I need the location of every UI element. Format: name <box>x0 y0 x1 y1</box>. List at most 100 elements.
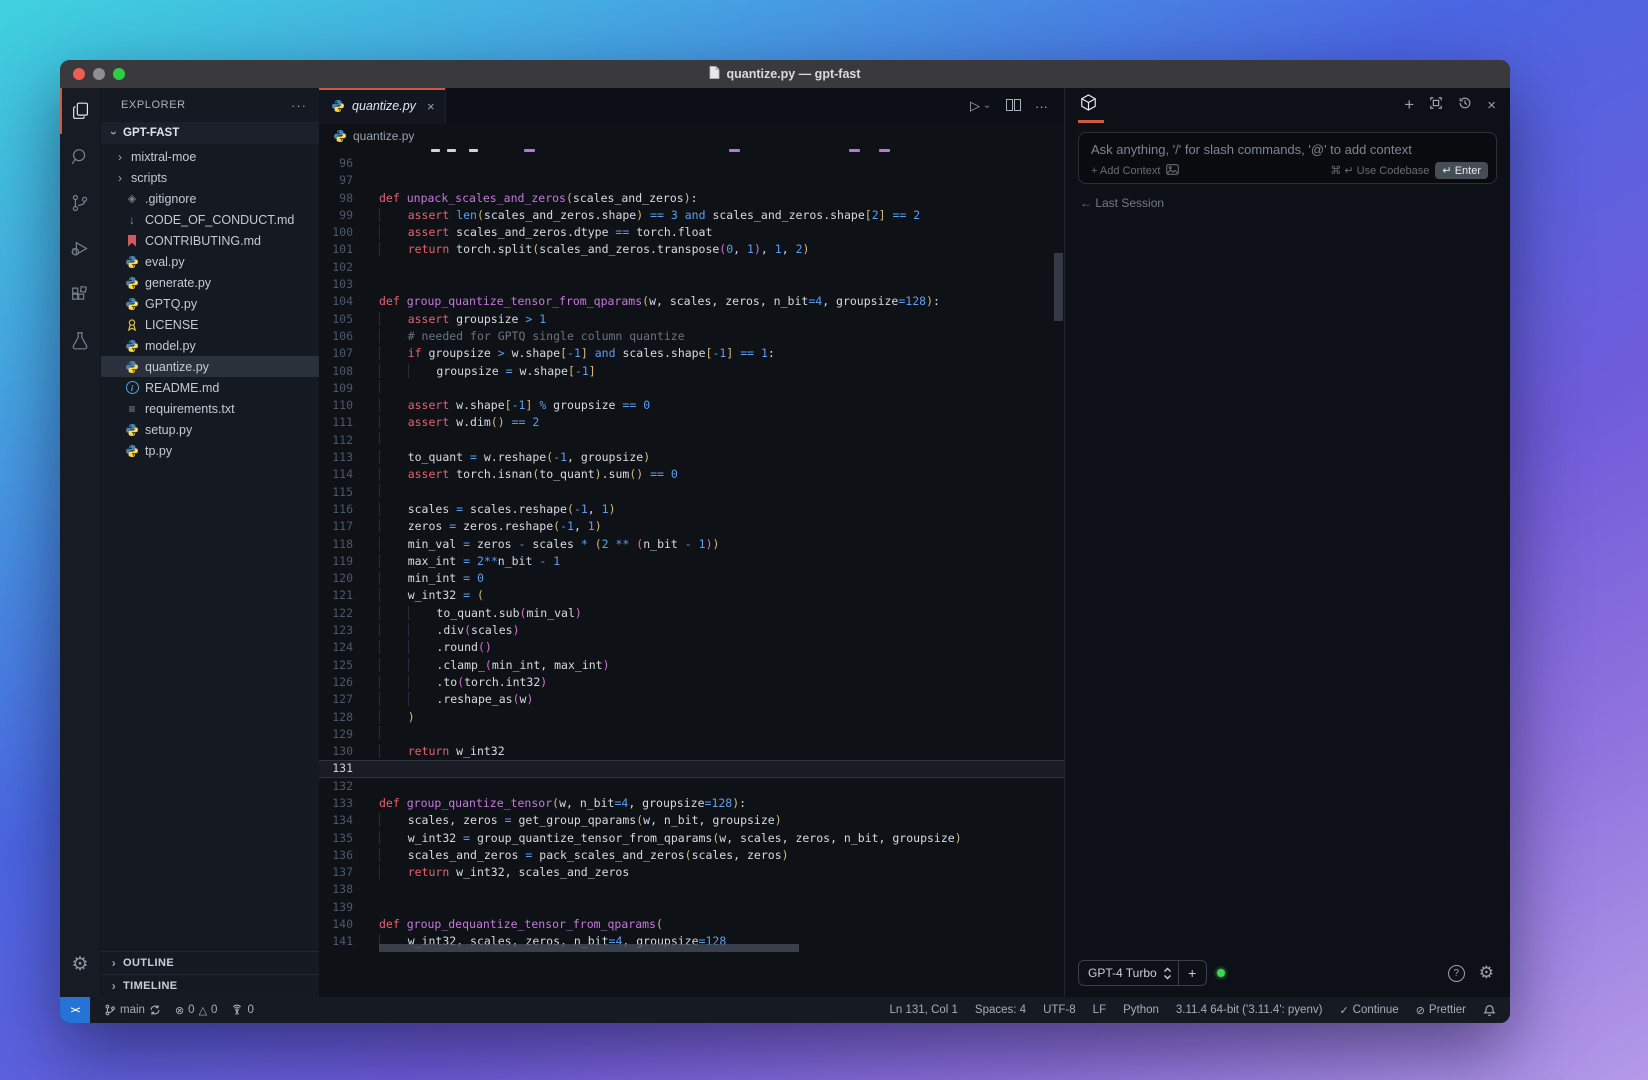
code-line-125[interactable]: 125 .clamp_(min_int, max_int) <box>319 657 1064 674</box>
help-icon[interactable]: ? <box>1448 965 1465 982</box>
source-control-icon[interactable] <box>60 180 100 226</box>
zoom-window-button[interactable] <box>113 68 125 80</box>
code-line-140[interactable]: 140def group_dequantize_tensor_from_qpar… <box>319 916 1064 933</box>
code-line-115[interactable]: 115 <box>319 484 1064 501</box>
file-row--gitignore[interactable]: ◈.gitignore <box>101 188 319 209</box>
code-line-102[interactable]: 102 <box>319 259 1064 276</box>
add-model-button[interactable]: + <box>1179 965 1206 981</box>
code-line-131[interactable]: 131 <box>319 760 1064 777</box>
history-icon[interactable] <box>1458 96 1472 115</box>
code-line-124[interactable]: 124 .round() <box>319 639 1064 656</box>
file-row-code-of-conduct-md[interactable]: ↓CODE_OF_CONDUCT.md <box>101 209 319 230</box>
file-row-setup-py[interactable]: setup.py <box>101 419 319 440</box>
run-debug-icon[interactable] <box>60 226 100 272</box>
code-line-106[interactable]: 106 # needed for GPTQ single column quan… <box>319 328 1064 345</box>
code-line-112[interactable]: 112 <box>319 432 1064 449</box>
code-line-122[interactable]: 122 to_quant.sub(min_val) <box>319 605 1064 622</box>
chat-input-box[interactable]: + Add Context ⌘ ↵ Use Codebase ↵ Enter <box>1078 132 1497 184</box>
code-line-133[interactable]: 133def group_quantize_tensor(w, n_bit=4,… <box>319 795 1064 812</box>
explorer-icon[interactable] <box>60 88 100 134</box>
code-line-130[interactable]: 130 return w_int32 <box>319 743 1064 760</box>
problems-status[interactable]: ⊗ 0 △ 0 <box>175 1004 218 1017</box>
file-row-generate-py[interactable]: generate.py <box>101 272 319 293</box>
use-codebase-hint[interactable]: ⌘ ↵ Use Codebase <box>1330 164 1429 177</box>
code-line-101[interactable]: 101 return torch.split(scales_and_zeros.… <box>319 241 1064 258</box>
code-line-110[interactable]: 110 assert w.shape[-1] % groupsize == 0 <box>319 397 1064 414</box>
image-attach-icon[interactable] <box>1166 164 1179 178</box>
code-line-132[interactable]: 132 <box>319 778 1064 795</box>
code-line-118[interactable]: 118 min_val = zeros - scales * (2 ** (n_… <box>319 536 1064 553</box>
code-line-116[interactable]: 116 scales = scales.reshape(-1, 1) <box>319 501 1064 518</box>
minimize-window-button[interactable] <box>93 68 105 80</box>
file-row-tp-py[interactable]: tp.py <box>101 440 319 461</box>
code-line-98[interactable]: 98def unpack_scales_and_zeros(scales_and… <box>319 190 1064 207</box>
panel-settings-gear-icon[interactable]: ⚙ <box>1479 963 1494 983</box>
code-line-97[interactable]: 97 <box>319 172 1064 189</box>
code-line-134[interactable]: 134 scales, zeros = get_group_qparams(w,… <box>319 812 1064 829</box>
code-line-107[interactable]: 107 if groupsize > w.shape[-1] and scale… <box>319 345 1064 362</box>
code-line-127[interactable]: 127 .reshape_as(w) <box>319 691 1064 708</box>
language-status[interactable]: Python <box>1123 1004 1159 1016</box>
close-tab-icon[interactable]: × <box>427 99 435 114</box>
prettier-status[interactable]: ⊘Prettier <box>1416 1004 1466 1017</box>
enter-button[interactable]: ↵ Enter <box>1435 162 1488 179</box>
expand-chat-icon[interactable] <box>1429 96 1443 115</box>
code-line-138[interactable]: 138 <box>319 881 1064 898</box>
file-row-contributing-md[interactable]: CONTRIBUTING.md <box>101 230 319 251</box>
code-line-123[interactable]: 123 .div(scales) <box>319 622 1064 639</box>
last-session-link[interactable]: ← Last Session <box>1080 196 1510 210</box>
cursor-position-status[interactable]: Ln 131, Col 1 <box>890 1004 958 1016</box>
ports-status[interactable]: 0 <box>231 1004 253 1016</box>
timeline-section[interactable]: › TIMELINE <box>101 974 319 997</box>
indentation-status[interactable]: Spaces: 4 <box>975 1004 1026 1016</box>
code-line-109[interactable]: 109 <box>319 380 1064 397</box>
file-row-license[interactable]: LICENSE <box>101 314 319 335</box>
code-line-114[interactable]: 114 assert torch.isnan(to_quant).sum() =… <box>319 466 1064 483</box>
search-icon[interactable] <box>60 134 100 180</box>
file-row-eval-py[interactable]: eval.py <box>101 251 319 272</box>
code-line-129[interactable]: 129 <box>319 726 1064 743</box>
code-line-103[interactable]: 103 <box>319 276 1064 293</box>
continue-status[interactable]: ✓Continue <box>1339 1004 1398 1017</box>
code-line-120[interactable]: 120 min_int = 0 <box>319 570 1064 587</box>
extensions-icon[interactable] <box>60 272 100 318</box>
code-line-135[interactable]: 135 w_int32 = group_quantize_tensor_from… <box>319 830 1064 847</box>
code-line-113[interactable]: 113 to_quant = w.reshape(-1, groupsize) <box>319 449 1064 466</box>
add-context-button[interactable]: + Add Context <box>1091 165 1160 177</box>
code-line-139[interactable]: 139 <box>319 899 1064 916</box>
code-line-119[interactable]: 119 max_int = 2**n_bit - 1 <box>319 553 1064 570</box>
remote-indicator[interactable]: >< <box>60 997 90 1023</box>
tab-quantize-py[interactable]: quantize.py × <box>319 88 446 124</box>
testing-icon[interactable] <box>60 318 100 364</box>
code-line-111[interactable]: 111 assert w.dim() == 2 <box>319 414 1064 431</box>
file-row-readme-md[interactable]: iREADME.md <box>101 377 319 398</box>
breadcrumb[interactable]: quantize.py <box>319 124 1064 148</box>
eol-status[interactable]: LF <box>1093 1004 1106 1016</box>
model-selector[interactable]: GPT-4 Turbo + <box>1078 960 1207 986</box>
file-row-model-py[interactable]: model.py <box>101 335 319 356</box>
explorer-more-actions[interactable]: ··· <box>291 98 307 113</box>
close-panel-button[interactable]: × <box>1487 97 1496 114</box>
more-actions-icon[interactable]: ··· <box>1035 99 1048 114</box>
run-dropdown-icon[interactable]: › <box>982 101 993 111</box>
vertical-scrollbar[interactable] <box>1054 253 1063 321</box>
file-row-mixtral-moe[interactable]: ›mixtral-moe <box>101 146 319 167</box>
code-line-105[interactable]: 105 assert groupsize > 1 <box>319 311 1064 328</box>
close-window-button[interactable] <box>73 68 85 80</box>
code-line-100[interactable]: 100 assert scales_and_zeros.dtype == tor… <box>319 224 1064 241</box>
new-chat-button[interactable]: + <box>1404 95 1414 115</box>
settings-gear-icon[interactable]: ⚙ <box>60 941 100 987</box>
code-line-136[interactable]: 136 scales_and_zeros = pack_scales_and_z… <box>319 847 1064 864</box>
file-row-quantize-py[interactable]: quantize.py <box>101 356 319 377</box>
code-line-121[interactable]: 121 w_int32 = ( <box>319 587 1064 604</box>
encoding-status[interactable]: UTF-8 <box>1043 1004 1076 1016</box>
run-button[interactable]: ▷› <box>970 98 992 114</box>
cursor-logo-icon[interactable] <box>1079 93 1098 117</box>
outline-section[interactable]: › OUTLINE <box>101 951 319 974</box>
notifications-status[interactable] <box>1483 1004 1496 1017</box>
code-line-128[interactable]: 128 ) <box>319 709 1064 726</box>
file-row-gptq-py[interactable]: GPTQ.py <box>101 293 319 314</box>
code-line-137[interactable]: 137 return w_int32, scales_and_zeros <box>319 864 1064 881</box>
code-line-117[interactable]: 117 zeros = zeros.reshape(-1, 1) <box>319 518 1064 535</box>
split-editor-icon[interactable] <box>1006 99 1021 114</box>
